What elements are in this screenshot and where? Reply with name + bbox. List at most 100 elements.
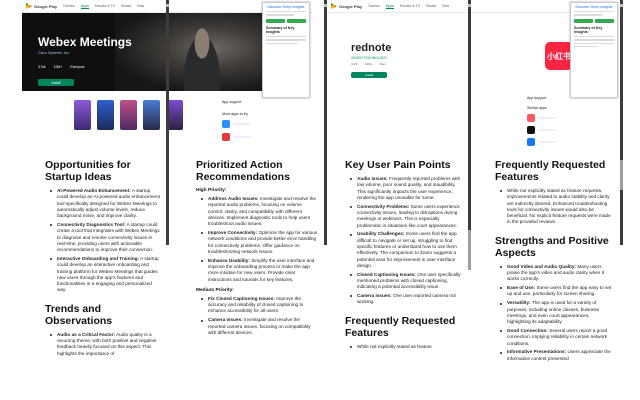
list-item: Camera issues: One user reported camera … <box>345 293 462 306</box>
nav-games[interactable]: Games <box>368 4 380 8</box>
insights-extension-panel: Discover Deep Insights Summary of Key In… <box>570 2 618 98</box>
app-icon <box>527 114 535 122</box>
opportunities-card: Opportunities for Startup Ideas AI-Power… <box>38 155 164 400</box>
list-item: Fix Closed Captioning Issues: Improve th… <box>196 296 318 315</box>
panel-divider <box>574 14 602 16</box>
rating-stat: 3.9★ <box>38 65 46 69</box>
developer-name[interactable]: Cisco Systems, Inc. <box>38 51 70 55</box>
rednote-app-icon: 小红书 <box>545 42 573 70</box>
panel-divider <box>574 11 614 13</box>
app-name-placeholder <box>538 129 556 131</box>
panel-title: Discover Deep Insights <box>267 5 305 9</box>
bullet-list: Good Video and Audio Quality: Many users… <box>495 264 612 362</box>
similar-app-item[interactable] <box>527 138 556 146</box>
panel-heading: Summary of Key Insights <box>266 25 295 34</box>
list-item: Improve Connectivity: Optimize the app f… <box>196 230 318 255</box>
app-name-placeholder <box>233 136 251 138</box>
panel-action-button[interactable] <box>574 18 593 23</box>
panel-divider <box>266 11 306 13</box>
nav-books[interactable]: Books <box>121 4 131 8</box>
list-item: Address Audio Issues: Investigate and re… <box>196 196 318 227</box>
scrollbar[interactable] <box>324 0 327 245</box>
bullet-list: Fix Closed Captioning Issues: Improve th… <box>196 296 318 336</box>
nav-games[interactable]: Games <box>63 4 75 8</box>
list-item: Interactive Onboarding and Training: A s… <box>45 256 160 294</box>
priority-label: High Priority: <box>196 188 227 193</box>
app-stats: 4.6★ 10M+ Teen <box>351 62 386 66</box>
install-button[interactable]: Install <box>38 79 74 86</box>
nav-books[interactable]: Books <box>426 4 436 8</box>
scrollbar[interactable] <box>166 0 169 245</box>
developer-name[interactable]: XINGIN TECHNOLOGY <box>351 56 387 60</box>
app-screenshot-thumb[interactable] <box>74 100 91 130</box>
rednote-play-store-screenshot: Google Play Games Apps Movies & TV Books… <box>327 0 620 152</box>
list-item: Enhance Usability: Simplify the user int… <box>196 258 318 283</box>
insights-extension-panel: Discover Deep Insights Summary of Key In… <box>262 2 310 98</box>
panel-text-line <box>574 42 614 44</box>
similar-app-item[interactable] <box>222 120 251 128</box>
similar-apps-heading: Similar apps <box>527 106 547 110</box>
app-stats: 3.9★ 10M+ Everyone <box>38 65 85 70</box>
card-heading: Frequently Requested Features <box>345 314 456 339</box>
nav-apps[interactable]: Apps <box>80 4 89 9</box>
downloads-stat: 10M+ <box>53 65 63 69</box>
app-screenshot-thumb[interactable] <box>97 100 114 130</box>
app-icon <box>527 138 535 146</box>
app-support-link[interactable]: App support <box>222 100 241 104</box>
panel-action-button[interactable] <box>595 18 614 23</box>
list-item: Closed Captioning Issues: One user speci… <box>345 272 462 291</box>
app-name-placeholder <box>538 141 556 143</box>
rating-stat: 4.6★ <box>351 62 358 66</box>
panel-action-button[interactable] <box>266 18 285 23</box>
play-logo[interactable]: Google Play <box>331 3 362 9</box>
install-button[interactable]: Install <box>351 72 387 78</box>
panel-text-line <box>574 39 614 41</box>
list-item: Connectivity Diagnostics Tool: A startup… <box>45 222 160 253</box>
panel-divider <box>266 14 294 16</box>
similar-app-item[interactable] <box>527 114 556 122</box>
similar-app-item[interactable] <box>527 126 556 134</box>
card-heading: Prioritized Action Recommendations <box>196 159 290 183</box>
bullet-list: AI-Powered Audio Enhancement: A startup … <box>45 188 160 294</box>
panel-action-button[interactable] <box>287 18 306 23</box>
list-item: While not explicitly stated as feature r… <box>495 188 612 226</box>
screenshot-collage: Google Play Games Apps Movies & TV Books… <box>0 0 640 400</box>
list-item: Good Connection: Several users report a … <box>495 328 612 347</box>
app-hero-banner: Webex Meetings Cisco Systems, Inc. 3.9★ … <box>22 13 265 91</box>
list-item: Audio Issues: Frequently reported proble… <box>345 176 462 201</box>
scrollbar[interactable] <box>468 0 471 245</box>
play-logo[interactable]: Google Play <box>26 3 57 9</box>
app-title: Webex Meetings <box>38 35 132 49</box>
card-heading: Opportunities for Startup Ideas <box>45 159 131 183</box>
scrollbar[interactable] <box>620 0 623 245</box>
card-heading: Strengths and Positive Aspects <box>495 234 609 259</box>
play-triangle-icon <box>331 3 337 9</box>
hero-person-image <box>179 23 225 91</box>
nav-movies[interactable]: Movies & TV <box>95 4 115 8</box>
priority-label: Medium Priority: <box>196 287 234 293</box>
nav-kids[interactable]: Kids <box>137 4 144 8</box>
app-icon <box>527 126 535 134</box>
panel-text-line <box>574 45 598 48</box>
panel-buttons <box>574 18 614 23</box>
list-item: Good Video and Audio Quality: Many users… <box>495 264 612 283</box>
panel-heading: Summary of Key Insights <box>574 25 603 34</box>
app-screenshot-thumb[interactable] <box>143 100 160 130</box>
nav-apps[interactable]: Apps <box>385 4 394 9</box>
app-screenshot-thumb[interactable] <box>120 100 137 130</box>
content-rating-stat: Teen <box>379 62 386 66</box>
similar-app-item[interactable] <box>222 133 251 141</box>
app-support-link[interactable]: App support <box>527 96 546 100</box>
list-item: Audio as a Critical Factor: Audio qualit… <box>45 332 160 357</box>
scrollbar-thumb[interactable] <box>620 160 623 190</box>
list-item: Camera issues: Investigate and resolve t… <box>196 317 318 336</box>
list-item: Usability Challenges: Some users find th… <box>345 231 462 269</box>
app-name-placeholder <box>233 123 251 125</box>
scrollbar-thumb[interactable] <box>468 230 471 270</box>
list-item: While not explicitly stated as feature <box>345 344 462 350</box>
nav-movies[interactable]: Movies & TV <box>400 4 420 8</box>
bullet-list: While not explicitly stated as feature r… <box>495 188 612 226</box>
app-name-placeholder <box>538 117 556 119</box>
features-strengths-card: Frequently Requested Features While not … <box>490 155 616 400</box>
nav-kids[interactable]: Kids <box>442 4 449 8</box>
